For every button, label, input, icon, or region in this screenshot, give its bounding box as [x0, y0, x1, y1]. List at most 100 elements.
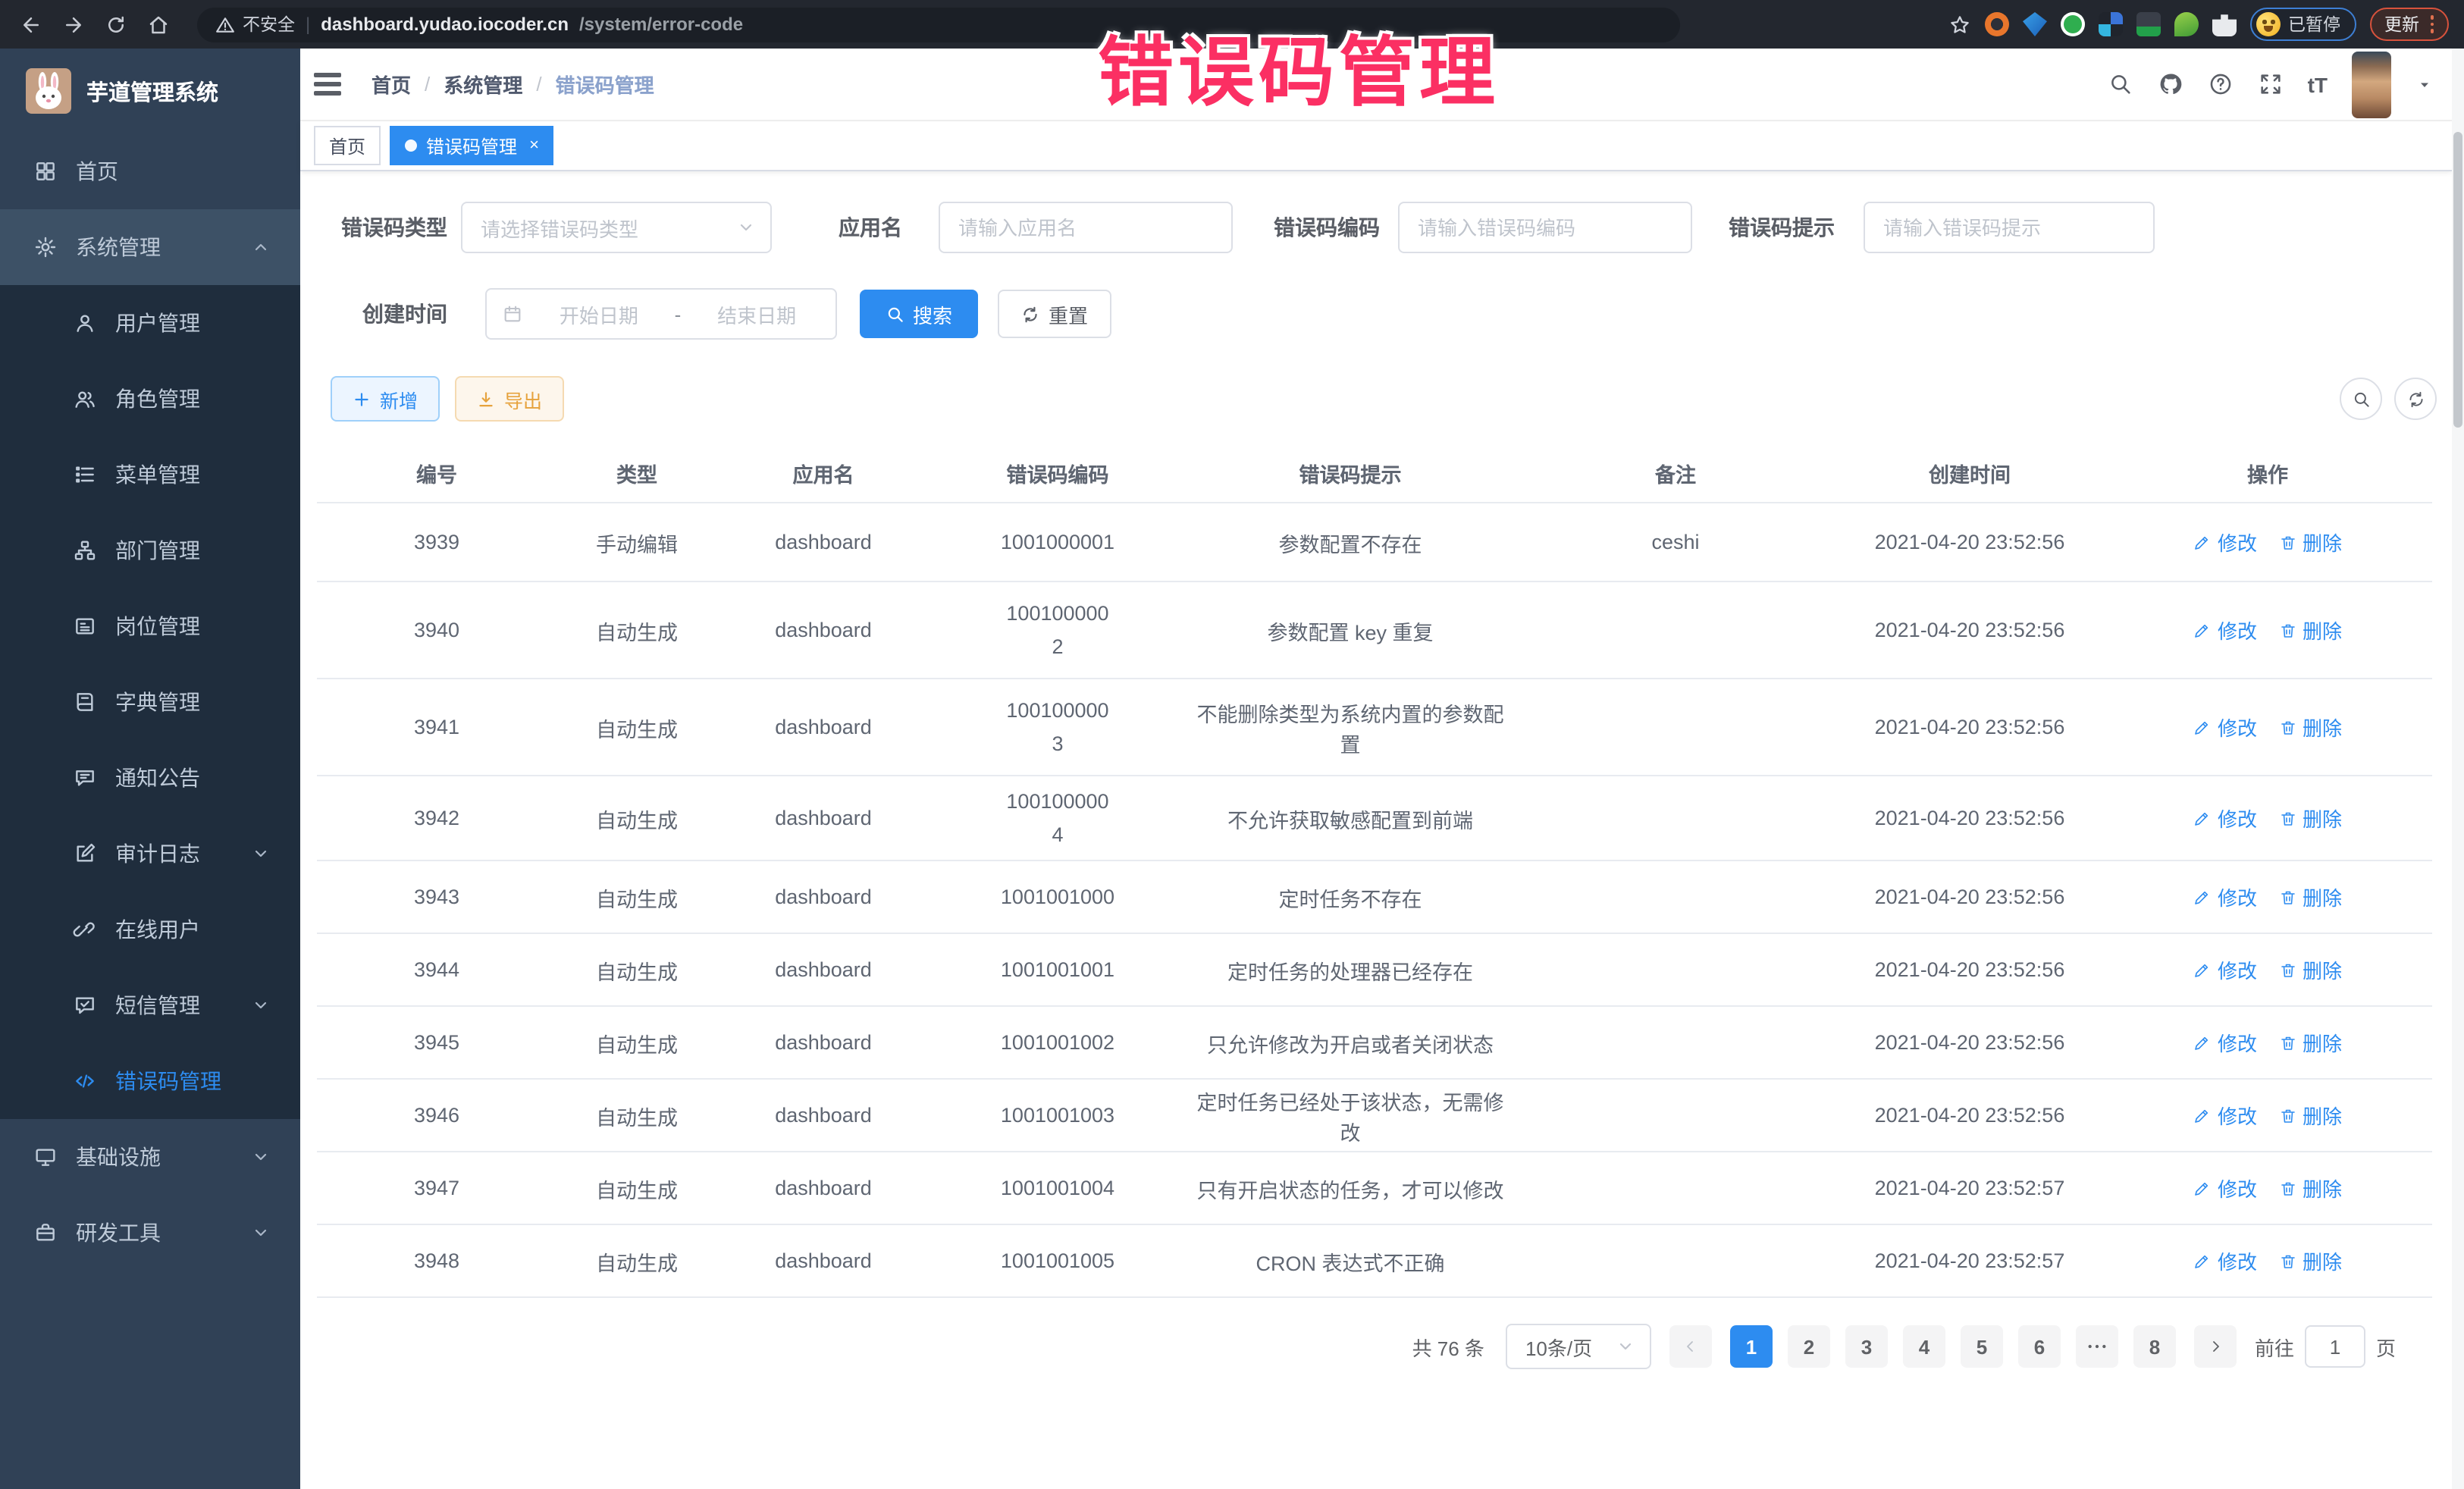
prev-page-button[interactable]	[1669, 1325, 1712, 1368]
edit-link[interactable]: 修改	[2193, 1246, 2257, 1275]
bookmark-star-icon[interactable]	[1948, 13, 1971, 36]
header-search-icon[interactable]	[2108, 71, 2133, 97]
extension-icon-5[interactable]	[2136, 12, 2161, 36]
page-button-8[interactable]: 8	[2133, 1325, 2176, 1368]
breadcrumb: 首页/系统管理/错误码管理	[371, 70, 654, 99]
delete-link[interactable]: 删除	[2278, 713, 2342, 741]
edit-link[interactable]: 修改	[2193, 713, 2257, 741]
edit-link[interactable]: 修改	[2193, 1101, 2257, 1130]
browser-home-icon[interactable]	[143, 9, 173, 39]
sidebar-item-部门管理[interactable]: 部门管理	[0, 513, 300, 588]
delete-link[interactable]: 删除	[2278, 1101, 2342, 1130]
tag-首页[interactable]: 首页	[314, 126, 381, 165]
next-page-button[interactable]	[2194, 1325, 2237, 1368]
page-button-3[interactable]: 3	[1845, 1325, 1888, 1368]
page-ellipsis[interactable]	[2076, 1325, 2118, 1368]
browser-update-button[interactable]: 更新	[2369, 8, 2449, 41]
sidebar-item-在线用户[interactable]: 在线用户	[0, 892, 300, 967]
font-size-icon[interactable]: tT	[2308, 72, 2328, 96]
tag-错误码管理[interactable]: 错误码管理×	[390, 126, 554, 165]
delete-link[interactable]: 删除	[2278, 1246, 2342, 1275]
breadcrumb-item[interactable]: 系统管理	[444, 70, 522, 99]
profile-paused-badge[interactable]: 已暂停	[2250, 8, 2356, 41]
breadcrumb-item[interactable]: 首页	[371, 70, 411, 99]
pencil-icon	[2193, 621, 2212, 639]
extension-icon-4[interactable]	[2099, 12, 2123, 36]
extension-icon-1[interactable]	[1985, 12, 2009, 36]
help-icon[interactable]	[2208, 71, 2234, 97]
extension-icon-3[interactable]	[2061, 12, 2085, 36]
browser-reload-icon[interactable]	[100, 9, 130, 39]
goto-page-input[interactable]	[2305, 1325, 2365, 1368]
cell-time: 2021-04-20 23:52:56	[1836, 1104, 2103, 1127]
browser-forward-icon[interactable]	[58, 9, 88, 39]
edit-link[interactable]: 修改	[2193, 528, 2257, 556]
window-scrollbar[interactable]	[2452, 49, 2464, 1489]
filter-row-1: 错误码类型 请选择错误码类型 应用名 错误码编码 错误码提示	[317, 202, 2437, 253]
browser-back-icon[interactable]	[15, 9, 45, 39]
sidebar-item-字典管理[interactable]: 字典管理	[0, 664, 300, 740]
app-name-input[interactable]	[939, 202, 1233, 253]
github-icon[interactable]	[2158, 71, 2183, 97]
export-button[interactable]: 导出	[455, 376, 564, 422]
cell-code: 1001001002	[929, 1026, 1186, 1058]
sidebar-item-首页[interactable]: 首页	[0, 133, 300, 209]
delete-link[interactable]: 删除	[2278, 955, 2342, 984]
date-range-picker[interactable]: 开始日期 - 结束日期	[485, 288, 837, 340]
browser-menu-icon[interactable]	[2430, 16, 2434, 33]
not-secure-badge[interactable]: 不安全	[215, 12, 295, 36]
page-button-6[interactable]: 6	[2018, 1325, 2061, 1368]
extension-icon-7[interactable]	[2212, 12, 2237, 36]
sidebar-item-基础设施[interactable]: 基础设施	[0, 1119, 300, 1195]
scrollbar-thumb[interactable]	[2453, 132, 2462, 428]
edit-link[interactable]: 修改	[2193, 882, 2257, 911]
sidebar-item-角色管理[interactable]: 角色管理	[0, 361, 300, 437]
edit-link[interactable]: 修改	[2193, 616, 2257, 644]
error-type-select[interactable]: 请选择错误码类型	[461, 202, 772, 253]
calendar-icon	[502, 303, 523, 324]
sidebar-collapse-icon[interactable]	[314, 69, 347, 99]
delete-link[interactable]: 删除	[2278, 616, 2342, 644]
delete-link[interactable]: 删除	[2278, 1028, 2342, 1057]
delete-link[interactable]: 删除	[2278, 1174, 2342, 1202]
fullscreen-icon[interactable]	[2258, 71, 2284, 97]
sidebar-item-系统管理[interactable]: 系统管理	[0, 209, 300, 285]
refresh-table-button[interactable]	[2394, 378, 2437, 420]
user-menu-caret-icon[interactable]	[2415, 75, 2434, 93]
page-button-2[interactable]: 2	[1788, 1325, 1830, 1368]
trash-icon	[2278, 1252, 2296, 1270]
close-tag-icon[interactable]: ×	[529, 136, 539, 155]
cell-app: dashboard	[717, 1104, 929, 1127]
toggle-search-button[interactable]	[2340, 378, 2382, 420]
delete-link[interactable]: 删除	[2278, 882, 2342, 911]
active-tag-dot	[405, 139, 417, 152]
sidebar-item-岗位管理[interactable]: 岗位管理	[0, 588, 300, 664]
delete-link[interactable]: 删除	[2278, 528, 2342, 556]
sidebar-item-菜单管理[interactable]: 菜单管理	[0, 437, 300, 513]
sidebar-item-短信管理[interactable]: 短信管理	[0, 967, 300, 1043]
reset-button[interactable]: 重置	[998, 290, 1111, 338]
page-button-4[interactable]: 4	[1903, 1325, 1945, 1368]
breadcrumb-separator: /	[425, 73, 430, 96]
edit-link[interactable]: 修改	[2193, 804, 2257, 832]
page-button-5[interactable]: 5	[1961, 1325, 2003, 1368]
sidebar-item-用户管理[interactable]: 用户管理	[0, 285, 300, 361]
error-code-input[interactable]	[1398, 202, 1692, 253]
edit-link[interactable]: 修改	[2193, 1028, 2257, 1057]
edit-link[interactable]: 修改	[2193, 1174, 2257, 1202]
user-avatar[interactable]	[2352, 51, 2391, 118]
search-button[interactable]: 搜索	[860, 290, 978, 338]
extension-icon-6[interactable]	[2174, 12, 2199, 36]
sidebar-item-审计日志[interactable]: 审计日志	[0, 816, 300, 892]
error-hint-input[interactable]	[1864, 202, 2155, 253]
sidebar-item-错误码管理[interactable]: 错误码管理	[0, 1043, 300, 1119]
delete-link[interactable]: 删除	[2278, 804, 2342, 832]
page-size-select[interactable]: 10条/页	[1506, 1324, 1651, 1369]
extension-icon-2[interactable]	[2023, 12, 2047, 36]
add-button[interactable]: 新增	[331, 376, 440, 422]
page-button-1[interactable]: 1	[1730, 1325, 1773, 1368]
sidebar-item-研发工具[interactable]: 研发工具	[0, 1195, 300, 1271]
sidebar-item-通知公告[interactable]: 通知公告	[0, 740, 300, 816]
edit-link[interactable]: 修改	[2193, 955, 2257, 984]
table-row: 3948自动生成dashboard1001001005CRON 表达式不正确20…	[317, 1225, 2432, 1298]
